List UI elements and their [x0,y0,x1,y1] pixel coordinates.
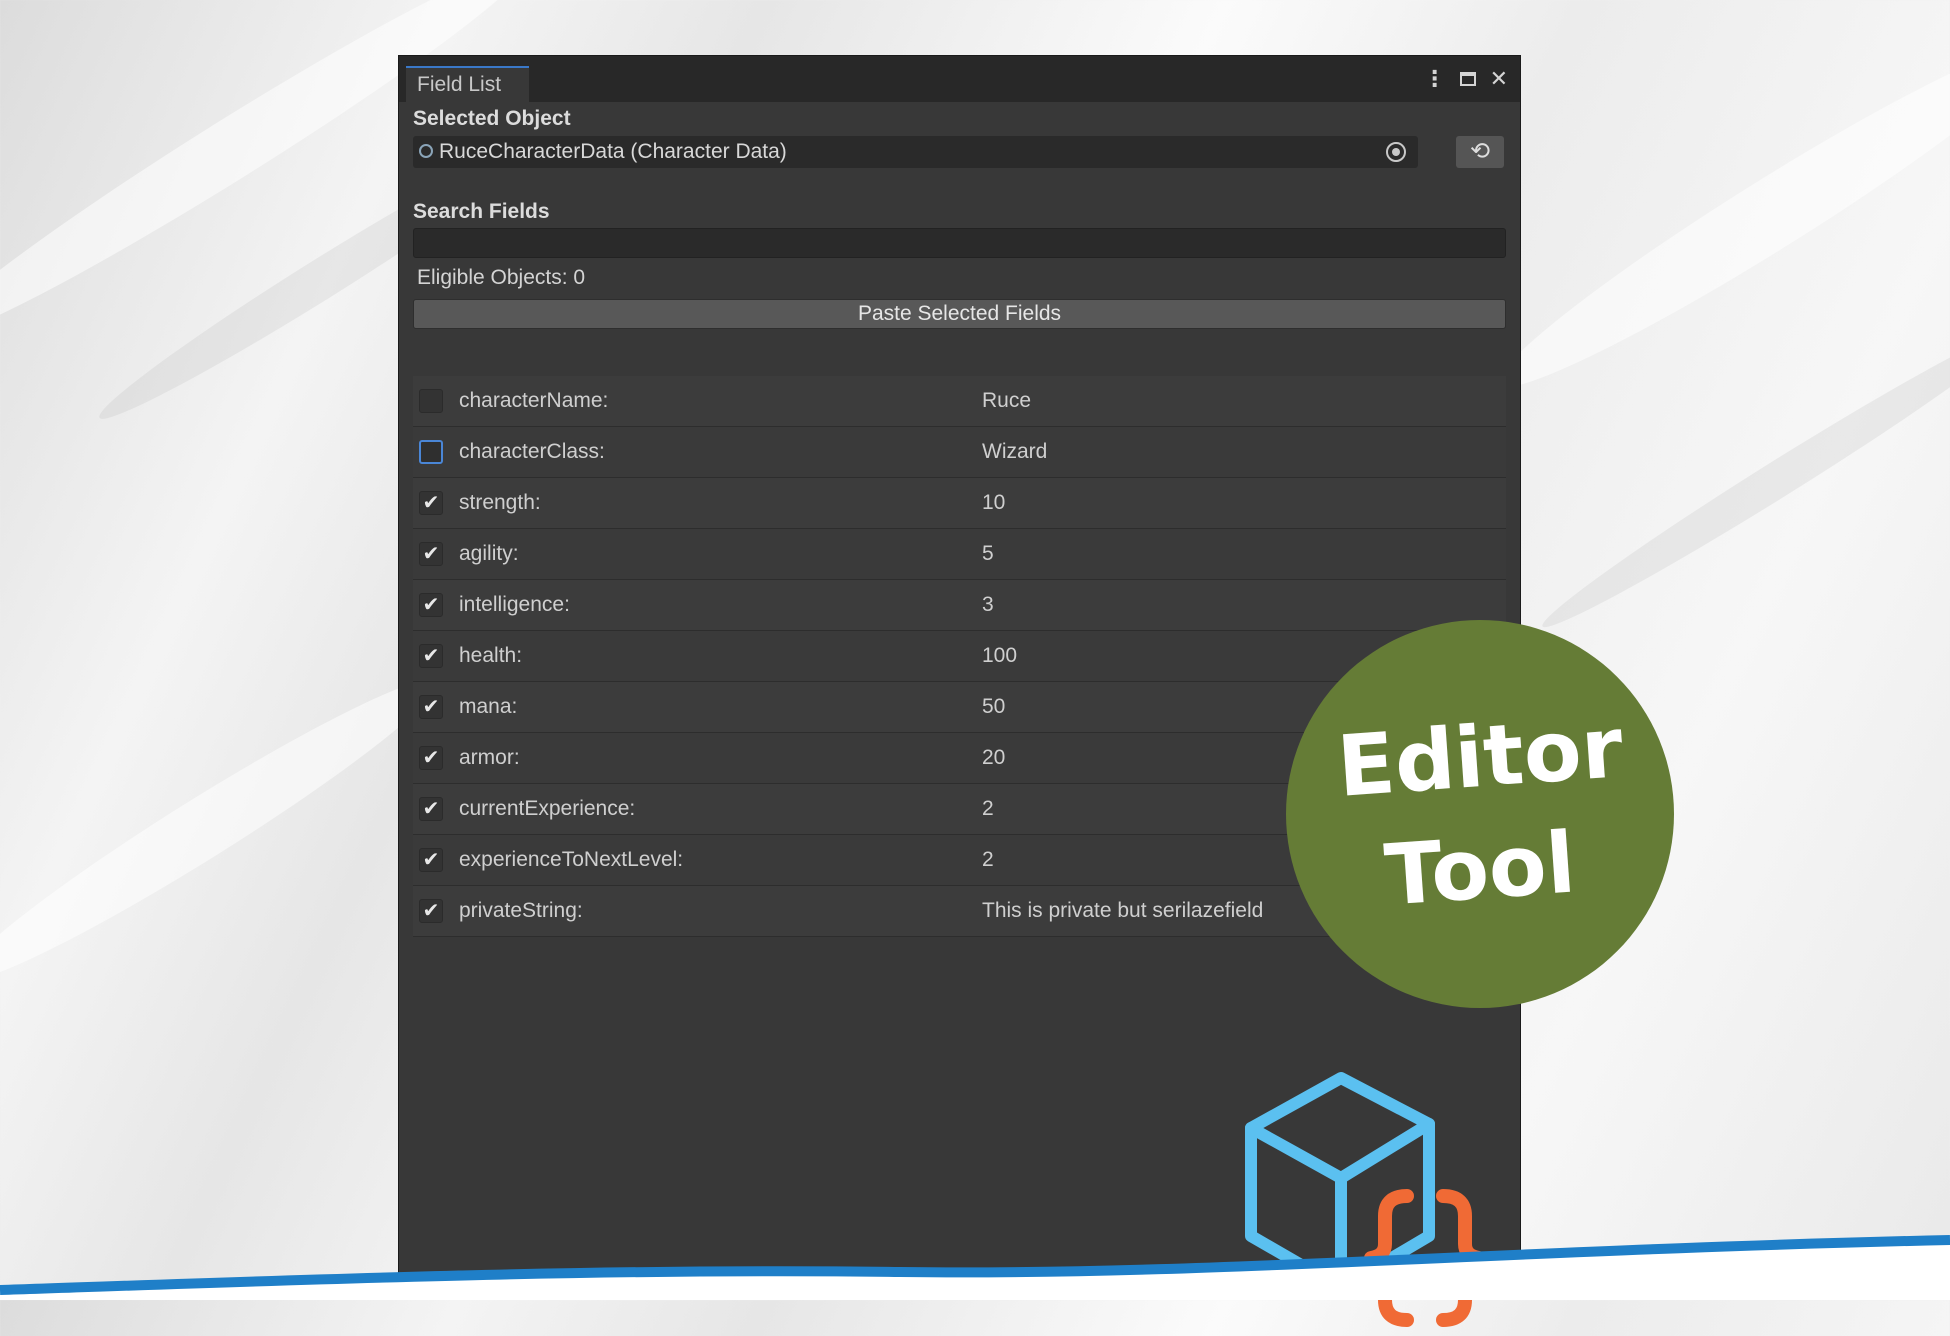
search-fields-label: Search Fields [413,200,550,223]
field-name: intelligence: [459,593,570,616]
field-checkbox[interactable]: ✔ [419,797,443,821]
checkmark-icon: ✔ [422,849,440,871]
selected-object-label: Selected Object [413,107,571,130]
checkmark-icon: ✔ [422,696,440,718]
field-checkbox[interactable] [419,389,443,413]
checkmark-icon: ✔ [422,900,440,922]
field-value: 100 [982,644,1018,667]
refresh-icon: ⟲ [1469,138,1491,165]
checkmark-icon: ✔ [422,492,440,514]
field-checkbox[interactable]: ✔ [419,593,443,617]
field-row[interactable]: characterName: Ruce [413,376,1506,427]
background-streak [1533,314,1950,642]
checkmark-icon: ✔ [422,645,440,667]
window-controls: ⋮ ✕ [1424,66,1508,92]
editor-tool-badge: Editor Tool [1286,620,1674,1008]
field-row[interactable]: ✔ agility: 5 [413,529,1506,580]
checkmark-icon: ✔ [422,798,440,820]
background-streak [0,656,454,1004]
field-name: mana: [459,695,518,718]
field-row[interactable]: ✔ health: 100 [413,631,1506,682]
search-fields-input[interactable] [413,228,1506,258]
field-row[interactable]: ✔ intelligence: 3 [413,580,1506,631]
field-value: 3 [982,593,994,616]
field-checkbox[interactable]: ✔ [419,899,443,923]
window-tab-bar: Field List ⋮ ✕ [399,56,1520,102]
field-name: experienceToNextLevel: [459,848,684,871]
refresh-button[interactable]: ⟲ [1456,136,1504,168]
scriptable-object-icon [419,144,433,158]
more-icon[interactable]: ⋮ [1424,66,1446,92]
maximize-icon[interactable] [1459,72,1476,86]
close-icon[interactable]: ✕ [1490,66,1508,92]
checkmark-icon: ✔ [422,594,440,616]
badge-line2: Tool [1381,813,1579,925]
field-name: health: [459,644,523,667]
paste-selected-fields-button[interactable]: Paste Selected Fields [413,299,1506,329]
checkmark-icon: ✔ [422,747,440,769]
field-name: characterName: [459,389,609,412]
badge-line1: Editor [1334,698,1626,816]
field-row[interactable]: ✔ strength: 10 [413,478,1506,529]
field-value: This is private but serilazefield [982,899,1264,922]
field-name: armor: [459,746,520,769]
field-name: agility: [459,542,519,565]
field-name: privateString: [459,899,583,922]
field-checkbox[interactable]: ✔ [419,542,443,566]
background-streak [1480,15,1950,415]
field-value: 2 [982,797,994,820]
selected-object-field[interactable]: RuceCharacterData (Character Data) [413,136,1418,168]
field-value: 2 [982,848,994,871]
field-checkbox[interactable]: ✔ [419,848,443,872]
field-value: 50 [982,695,1006,718]
field-checkbox[interactable]: ✔ [419,695,443,719]
field-checkbox[interactable] [419,440,443,464]
bottom-wave [0,1235,1950,1300]
selected-object-value: RuceCharacterData (Character Data) [439,140,787,163]
tab-field-list[interactable]: Field List [406,66,529,102]
field-value: 20 [982,746,1006,769]
field-value: 10 [982,491,1006,514]
field-name: currentExperience: [459,797,636,820]
field-name: characterClass: [459,440,605,463]
field-value: 5 [982,542,994,565]
field-value: Ruce [982,389,1032,412]
field-name: strength: [459,491,541,514]
eligible-objects-count: Eligible Objects: 0 [417,266,586,289]
field-value: Wizard [982,440,1048,463]
field-checkbox[interactable]: ✔ [419,746,443,770]
field-checkbox[interactable]: ✔ [419,491,443,515]
field-row[interactable]: characterClass: Wizard [413,427,1506,478]
field-checkbox[interactable]: ✔ [419,644,443,668]
checkmark-icon: ✔ [422,543,440,565]
object-picker-icon[interactable] [1386,142,1406,162]
